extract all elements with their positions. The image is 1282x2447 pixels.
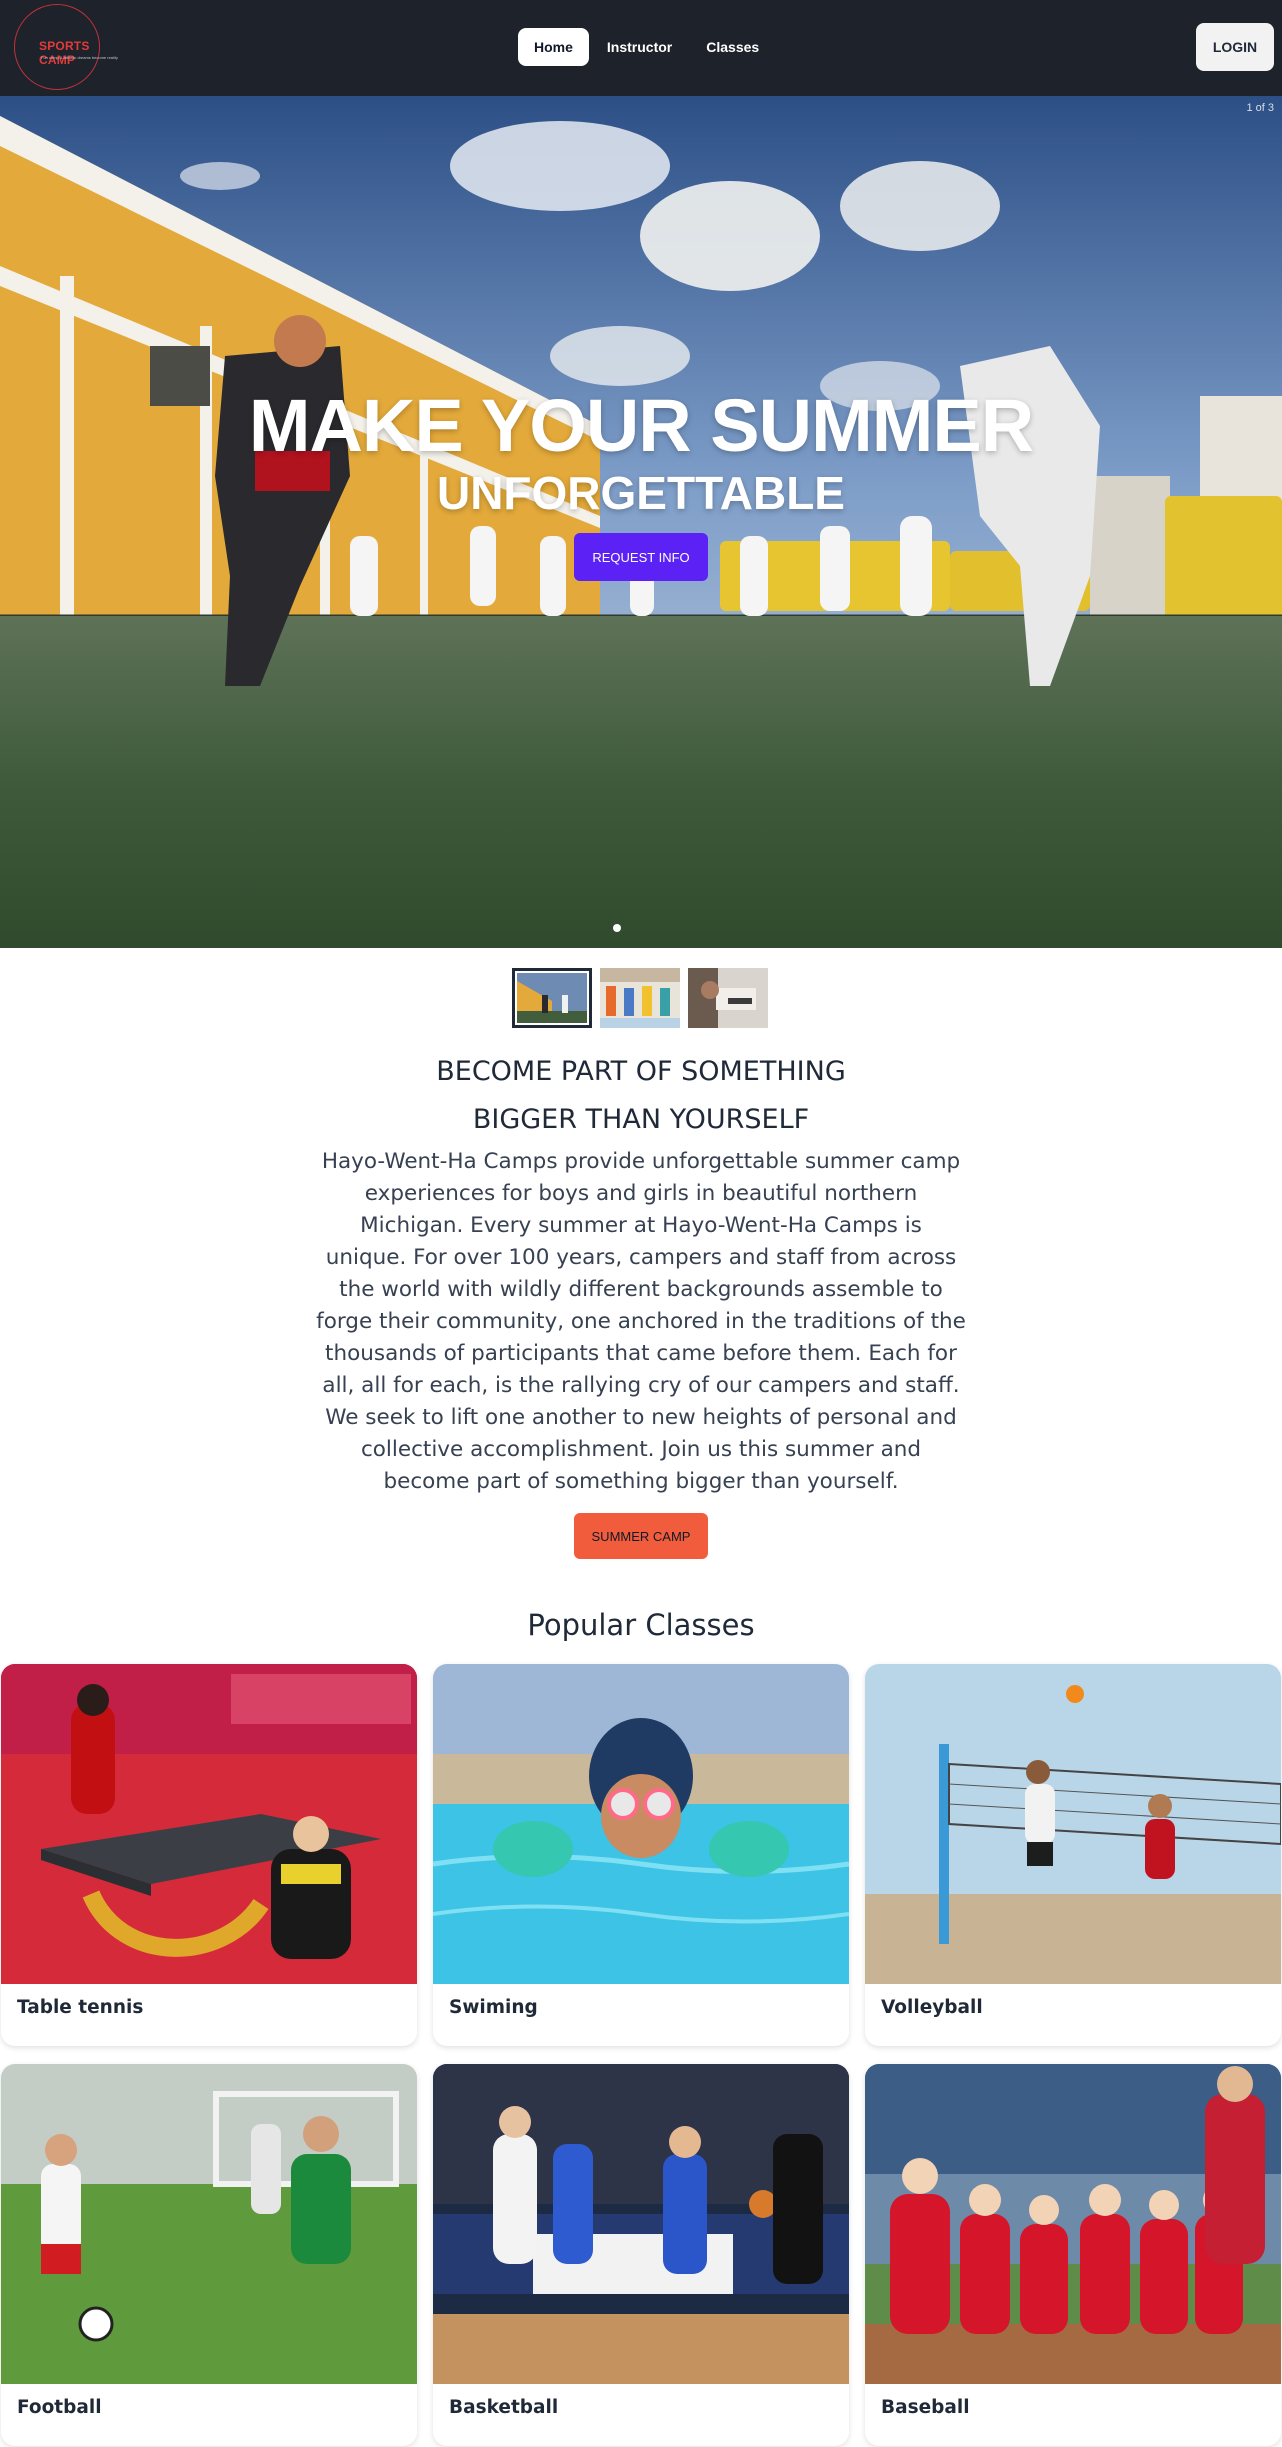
about-paragraph: Hayo-Went-Ha Camps provide unforgettable… <box>316 1146 966 1498</box>
football-photo-icon <box>1 2064 417 2384</box>
carousel-indicator-dot[interactable] <box>613 924 621 932</box>
class-card-football[interactable]: Football <box>1 2064 417 2446</box>
top-navbar: SPORTS CAMP Fun camp & athletic dreams b… <box>0 0 1282 96</box>
about-heading-line-1: BECOME PART OF SOMETHING <box>436 1056 846 1087</box>
baseball-photo-icon <box>865 2064 1281 2384</box>
main-nav: Home Instructor Classes <box>518 28 775 66</box>
basketball-photo-icon <box>433 2064 849 2384</box>
swimming-photo-icon <box>433 1664 849 1984</box>
class-card-basketball[interactable]: Basketball <box>433 2064 849 2446</box>
gym-thumbnail-icon <box>600 968 680 1028</box>
nav-link-home[interactable]: Home <box>518 28 589 66</box>
about-text-line: thousands of participants that came befo… <box>325 1341 957 1366</box>
hero-subtitle: UNFORGETTABLE <box>436 467 845 519</box>
karate-thumbnail-icon <box>517 973 587 1023</box>
about-heading: BECOME PART OF SOMETHING BIGGER THAN YOU… <box>0 1048 1282 1144</box>
about-text-line: unique. For over 100 years, campers and … <box>325 1245 957 1270</box>
class-card-swimming[interactable]: Swiming <box>433 1664 849 2046</box>
nav-link-classes[interactable]: Classes <box>690 28 775 66</box>
thumbnail-1[interactable] <box>512 968 592 1028</box>
class-card-label: Football <box>17 2397 102 2418</box>
class-card-label: Volleyball <box>881 1997 983 2018</box>
about-text-line: Michigan. Every summer at Hayo-Went-Ha C… <box>360 1213 922 1238</box>
about-text-line: experiences for boys and girls in beauti… <box>364 1181 918 1206</box>
about-text-line: the world with wildly different backgrou… <box>339 1277 943 1302</box>
dumbbell-thumbnail-icon <box>688 968 768 1028</box>
thumbnail-3[interactable] <box>688 968 768 1028</box>
class-card-table-tennis[interactable]: Table tennis <box>1 1664 417 2046</box>
slide-counter: 1 of 3 <box>1246 102 1274 114</box>
class-card-label: Baseball <box>881 2397 970 2418</box>
thumbnail-2[interactable] <box>600 968 680 1028</box>
nav-link-instructor[interactable]: Instructor <box>591 28 688 66</box>
about-text-line: all, all for each, is the rallying cry o… <box>322 1373 960 1398</box>
login-button[interactable]: LOGIN <box>1196 23 1274 71</box>
carousel-thumbnails <box>512 968 768 1028</box>
class-card-volleyball[interactable]: Volleyball <box>865 1664 1281 2046</box>
hero-title: MAKE YOUR SUMMER <box>248 384 1034 467</box>
request-info-button[interactable]: REQUEST INFO <box>574 533 708 581</box>
class-card-label: Basketball <box>449 2397 559 2418</box>
sports-camp-logo[interactable]: SPORTS CAMP Fun camp & athletic dreams b… <box>14 4 118 90</box>
karate-class-photo <box>0 96 1282 948</box>
summer-camp-button[interactable]: SUMMER CAMP <box>574 1513 708 1559</box>
class-card-baseball[interactable]: Baseball <box>865 2064 1281 2446</box>
volleyball-photo-icon <box>865 1664 1281 1984</box>
about-heading-line-2: BIGGER THAN YOURSELF <box>472 1104 810 1135</box>
logo-tagline: Fun camp & athletic dreams become realit… <box>41 55 118 60</box>
logo-title: SPORTS CAMP <box>39 39 90 67</box>
about-text-line: We seek to lift one another to new heigh… <box>325 1405 957 1430</box>
class-card-label: Table tennis <box>17 1997 144 2018</box>
about-text-line: collective accomplishment. Join us this … <box>360 1437 922 1462</box>
popular-classes-heading: Popular Classes <box>527 1608 755 1642</box>
about-text-line: forge their community, one anchored in t… <box>316 1309 966 1334</box>
class-card-label: Swiming <box>449 1997 538 2018</box>
table-tennis-photo-icon <box>1 1664 417 1984</box>
about-text-line: Hayo-Went-Ha Camps provide unforgettable… <box>321 1149 961 1174</box>
hero-carousel[interactable]: 1 of 3 MAKE YOUR SUMMER UNFORGETTABLE RE… <box>0 96 1282 948</box>
about-text-line: become part of something bigger than you… <box>383 1469 899 1494</box>
